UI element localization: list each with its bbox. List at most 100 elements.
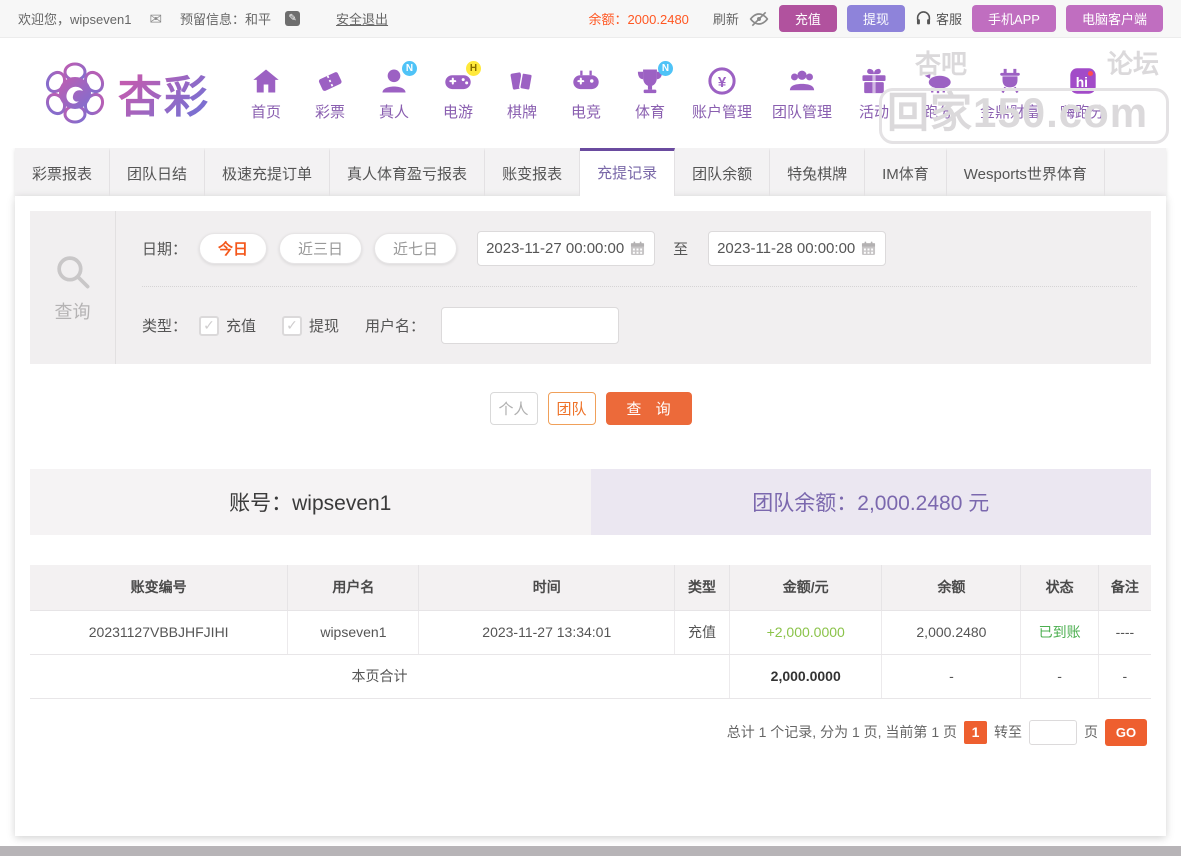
ding-icon — [994, 65, 1026, 97]
trophy-icon: N — [634, 65, 666, 97]
welcome-text: 欢迎您，wipseven1 — [18, 9, 131, 28]
personal-button[interactable]: 个人 — [490, 392, 538, 425]
headset-icon — [915, 10, 932, 27]
go-button[interactable]: GO — [1105, 719, 1147, 746]
nav-item-sports[interactable]: N 体育 — [622, 61, 678, 126]
tab-im-sports[interactable]: IM体育 — [865, 148, 947, 196]
nav-item-team-mgmt[interactable]: 团队管理 — [766, 61, 838, 126]
topbar: 欢迎您，wipseven1 ✉ 预留信息：和平 ✎ 安全退出 余额：2000.2… — [0, 0, 1181, 38]
tab-account-changes[interactable]: 账变报表 — [485, 148, 580, 196]
eye-slash-icon[interactable] — [749, 9, 769, 29]
withdraw-checkbox[interactable]: ✓ 提现 — [282, 315, 339, 336]
table-row: 20231127VBBJHFJIHI wipseven1 2023-11-27 … — [30, 610, 1151, 654]
tab-lottery-report[interactable]: 彩票报表 — [15, 148, 110, 196]
nav-item-jinding[interactable]: 金鼎财富 — [974, 61, 1046, 126]
tab-fast-orders[interactable]: 极速充提订单 — [205, 148, 330, 196]
preset-3days-button[interactable]: 近三日 — [279, 233, 362, 264]
brand-logo[interactable]: 杏彩 — [42, 60, 210, 126]
summary-status: - — [1021, 654, 1098, 698]
cell-balance: 2,000.2480 — [882, 610, 1021, 654]
to-label: 至 — [673, 238, 688, 259]
ticket-icon — [314, 65, 346, 97]
nav-item-paofen[interactable]: 跑分 — [910, 61, 966, 126]
preset-7days-button[interactable]: 近七日 — [374, 233, 457, 264]
checkbox-check-icon: ✓ — [282, 316, 302, 336]
tab-team-balance[interactable]: 团队余额 — [675, 148, 770, 196]
customer-service-label: 客服 — [936, 9, 962, 28]
cell-type: 充值 — [675, 610, 730, 654]
esports-icon — [570, 65, 602, 97]
search-icon — [53, 252, 93, 292]
main-nav: 首页 彩票 N 真人 H 电游 — [238, 61, 1111, 126]
reserved-info-text: 预留信息：和平 — [180, 9, 271, 28]
filter-panel: 查询 日期： 今日 近三日 近七日 至 — [30, 211, 1151, 364]
current-page-button[interactable]: 1 — [964, 721, 987, 744]
calendar-icon[interactable] — [860, 240, 877, 257]
nav-item-lottery[interactable]: 彩票 — [302, 61, 358, 126]
tab-wesports[interactable]: Wesports世界体育 — [947, 148, 1105, 196]
pc-client-button[interactable]: 电脑客户端 — [1066, 5, 1163, 32]
tab-tetu-boardgames[interactable]: 特兔棋牌 — [770, 148, 865, 196]
tab-live-sports-pl[interactable]: 真人体育盈亏报表 — [330, 148, 485, 196]
date-to-field[interactable] — [708, 231, 886, 266]
page-unit-label: 页 — [1084, 722, 1098, 742]
query-button[interactable]: 查 询 — [606, 392, 692, 425]
date-label: 日期： — [142, 238, 187, 259]
nav-item-boardgames[interactable]: 棋牌 — [494, 61, 550, 126]
refresh-link[interactable]: 刷新 — [713, 9, 739, 28]
nav-item-account-mgmt[interactable]: ¥ 账户管理 — [686, 61, 758, 126]
deposit-button[interactable]: 充值 — [779, 5, 837, 32]
cell-amount: +2,000.0000 — [729, 610, 881, 654]
edit-icon[interactable]: ✎ — [285, 11, 300, 26]
preset-today-button[interactable]: 今日 — [199, 233, 267, 264]
team-button[interactable]: 团队 — [548, 392, 596, 425]
date-from-input[interactable] — [486, 240, 626, 257]
logout-link[interactable]: 安全退出 — [336, 9, 388, 28]
team-icon — [786, 65, 818, 97]
col-remark: 备注 — [1098, 565, 1151, 610]
nav-item-esports[interactable]: 电竞 — [558, 61, 614, 126]
balance-text: 余额：2000.2480 — [588, 9, 688, 28]
goto-page-input[interactable] — [1029, 720, 1077, 745]
withdraw-button[interactable]: 提现 — [847, 5, 905, 32]
cards-icon — [506, 65, 538, 97]
nav-item-live[interactable]: N 真人 — [366, 61, 422, 126]
calendar-icon[interactable] — [629, 240, 646, 257]
pagination-summary: 总计 1 个记录, 分为 1 页, 当前第 1 页 — [727, 722, 957, 742]
new-badge: N — [658, 61, 673, 76]
action-buttons: 个人 团队 查 询 — [30, 364, 1151, 455]
cell-status: 已到账 — [1021, 610, 1098, 654]
col-balance: 余额 — [882, 565, 1021, 610]
goto-label: 转至 — [994, 722, 1022, 742]
username-input[interactable] — [441, 307, 619, 344]
svg-text:hi: hi — [1075, 73, 1087, 89]
col-status: 状态 — [1021, 565, 1098, 610]
nav-item-activity[interactable]: 活动 — [846, 61, 902, 126]
brand-name: 杏彩 — [118, 61, 210, 125]
hi-badge-icon: hi — [1067, 65, 1099, 97]
cell-time: 2023-11-27 13:34:01 — [419, 610, 675, 654]
gamepad-icon: H — [442, 65, 474, 97]
home-icon — [250, 65, 282, 97]
deposit-checkbox[interactable]: ✓ 充值 — [199, 315, 256, 336]
message-icon[interactable]: ✉ — [149, 10, 162, 28]
col-change-id: 账变编号 — [30, 565, 288, 610]
date-to-input[interactable] — [717, 240, 857, 257]
date-from-field[interactable] — [477, 231, 655, 266]
nav-item-home[interactable]: 首页 — [238, 61, 294, 126]
summary-label: 本页合计 — [30, 654, 729, 698]
tab-deposit-withdraw-records[interactable]: 充提记录 — [580, 148, 675, 196]
nav-item-egames[interactable]: H 电游 — [430, 61, 486, 126]
tab-team-daily[interactable]: 团队日结 — [110, 148, 205, 196]
rhino-icon — [922, 65, 954, 97]
summary-remark: - — [1098, 654, 1151, 698]
nav-item-haipaofen[interactable]: hi 嗨跑分 — [1054, 61, 1111, 126]
svg-text:¥: ¥ — [718, 73, 727, 90]
records-table: 账变编号 用户名 时间 类型 金额/元 余额 状态 备注 20231127VBB… — [30, 565, 1151, 699]
account-summary-bar: 账号：wipseven1 团队余额：2,000.2480 元 — [30, 469, 1151, 535]
page: 欢迎您，wipseven1 ✉ 预留信息：和平 ✎ 安全退出 余额：2000.2… — [0, 0, 1181, 856]
cell-change-id: 20231127VBBJHFJIHI — [30, 610, 288, 654]
mobile-app-button[interactable]: 手机APP — [972, 5, 1056, 32]
hot-badge: H — [466, 61, 481, 76]
customer-service-link[interactable]: 客服 — [915, 9, 962, 28]
